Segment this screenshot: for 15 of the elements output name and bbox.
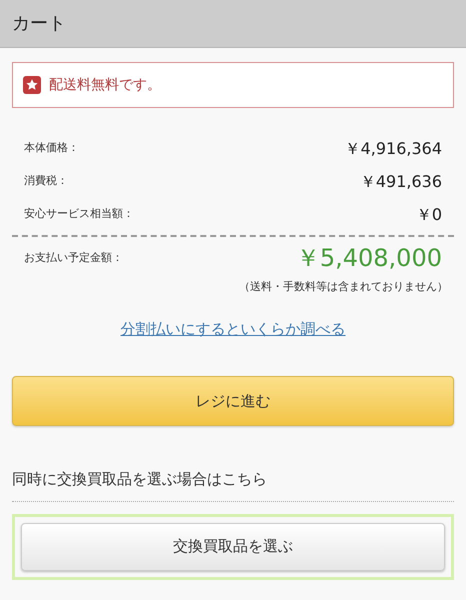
price-value: ￥0 bbox=[416, 204, 442, 226]
price-label: 安心サービス相当額： bbox=[24, 206, 134, 222]
price-label: 本体価格： bbox=[24, 140, 79, 156]
price-value: ￥491,636 bbox=[360, 170, 442, 192]
checkout-button[interactable]: レジに進む bbox=[12, 376, 454, 426]
page-title: カート bbox=[12, 12, 66, 36]
notice-text: 配送料無料です。 bbox=[49, 76, 161, 94]
total-value: ￥5,408,000 bbox=[296, 243, 442, 274]
trade-in-heading: 同時に交換買取品を選ぶ場合はこちら bbox=[12, 469, 268, 490]
installment-link[interactable]: 分割払いにするといくらか調べる bbox=[120, 318, 346, 340]
total-note: （送料・手数料等は含まれておりません） bbox=[239, 279, 448, 295]
price-value: ￥4,916,364 bbox=[344, 138, 442, 160]
total-label: お支払い予定金額： bbox=[24, 250, 123, 266]
trade-in-button[interactable]: 交換買取品を選ぶ bbox=[21, 522, 445, 570]
price-label: 消費税： bbox=[24, 173, 68, 190]
